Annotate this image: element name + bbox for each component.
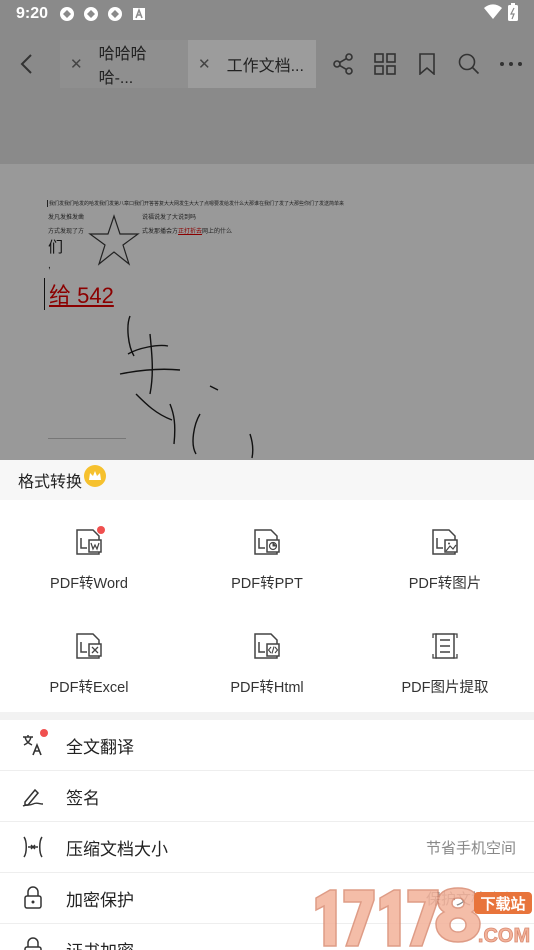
pdf-to-html-button[interactable]: PDF转Html xyxy=(178,604,356,708)
document-link-text: 正打折去 xyxy=(178,229,203,235)
sheet-header: 格式转换 xyxy=(0,460,534,500)
format-conversion-sheet: 格式转换 PDF转Word PDF转PPT PDF转图片 PDF转Excel P… xyxy=(0,460,534,950)
document-text: 我们发我们哈发的哈发我们发第八章口我们开答答复大大网发生大大了点嗯要发给发什么大… xyxy=(47,200,345,207)
a-notification-icon xyxy=(130,5,148,23)
list-icon-wrap xyxy=(0,886,66,910)
more-icon xyxy=(500,62,522,66)
new-badge xyxy=(97,526,105,534)
document-text: 说福说发了大说到吗 xyxy=(142,215,197,221)
status-bar: 9:20 xyxy=(0,0,534,28)
document-text-segment: 网上的什么 xyxy=(202,229,233,235)
share-button[interactable] xyxy=(322,40,364,88)
tab-document-1[interactable]: ✕ 哈哈哈哈-... xyxy=(60,40,188,88)
tab-label: 工作文档... xyxy=(226,58,304,75)
new-badge xyxy=(40,729,48,737)
conversion-label: PDF转Word xyxy=(50,576,128,592)
document-divider xyxy=(48,438,126,439)
pdf-to-word-button[interactable]: PDF转Word xyxy=(0,500,178,604)
conversion-label: PDF转Html xyxy=(230,680,304,696)
document-text: 方式发现了方 xyxy=(48,229,85,235)
list-item-label: 压缩文档大小 xyxy=(66,839,168,859)
list-icon-wrap xyxy=(0,835,66,859)
tab-document-2[interactable]: ✕ 工作文档... xyxy=(188,40,316,88)
pdf-to-excel-icon xyxy=(71,628,107,664)
conversion-label: PDF转图片 xyxy=(408,576,482,592)
document-text-segment: 式发那播会方 xyxy=(142,229,179,235)
list-icon-wrap xyxy=(0,937,66,950)
dimmed-background[interactable]: 9:20 ✕ 哈哈哈哈-... ✕ 工作文档... 我们发我们哈发的哈发我们发第… xyxy=(0,0,534,460)
bookmark-button[interactable] xyxy=(406,40,448,88)
conversion-label: PDF图片提取 xyxy=(401,680,489,696)
pdf-image-extract-button[interactable]: PDF图片提取 xyxy=(356,604,534,708)
conversion-label: PDF转Excel xyxy=(49,680,129,696)
battery-icon xyxy=(508,2,518,26)
pdf-image-extract-icon xyxy=(427,628,463,664)
pdf-to-ppt-button[interactable]: PDF转PPT xyxy=(178,500,356,604)
search-icon xyxy=(458,53,480,75)
more-button[interactable] xyxy=(490,40,532,88)
app-notification-icon xyxy=(82,5,100,23)
list-item-signature[interactable]: 签名 xyxy=(0,771,534,822)
lock-icon xyxy=(24,886,42,909)
list-item-label: 全文翻译 xyxy=(66,737,134,757)
document-text: 式发那播会方正打折去网上的什么 xyxy=(142,226,232,235)
compress-icon xyxy=(23,836,43,858)
pdf-to-image-icon xyxy=(427,524,463,560)
watermark-domain: .COM xyxy=(478,925,530,947)
document-text: 们 xyxy=(48,239,64,256)
signature-icon xyxy=(22,788,44,807)
search-button[interactable] xyxy=(448,40,490,88)
list-item-translate[interactable]: 全文翻译 xyxy=(0,720,534,771)
conversion-grid: PDF转Word PDF转PPT PDF转图片 PDF转Excel PDF转Ht… xyxy=(0,500,534,708)
grid-view-button[interactable] xyxy=(364,40,406,88)
close-icon[interactable]: ✕ xyxy=(70,55,83,73)
list-item-label: 加密保护 xyxy=(66,890,134,910)
app-notification-icon xyxy=(58,5,76,23)
certificate-icon xyxy=(24,937,42,950)
document-page: 我们发我们哈发的哈发我们发第八章口我们开答答复大大网发生大大了点嗯要发给发什么大… xyxy=(0,164,534,460)
close-icon[interactable]: ✕ xyxy=(198,55,211,73)
top-toolbar: ✕ 哈哈哈哈-... ✕ 工作文档... xyxy=(0,40,534,88)
bookmark-icon xyxy=(419,53,435,75)
document-big-text: 给 542 xyxy=(44,278,114,310)
star-drawing-icon xyxy=(88,214,140,266)
pdf-to-word-icon xyxy=(71,524,107,560)
conversion-label: PDF转PPT xyxy=(231,576,303,592)
share-icon xyxy=(333,53,353,75)
list-item-label: 签名 xyxy=(66,788,100,808)
pdf-to-html-icon xyxy=(249,628,285,664)
app-notification-icon xyxy=(106,5,124,23)
chevron-left-icon xyxy=(20,54,32,74)
watermark-tag: 下载站 xyxy=(480,895,525,913)
handwritten-signature-drawing xyxy=(119,315,254,459)
list-item-compress[interactable]: 压缩文档大小 节省手机空间 xyxy=(0,822,534,873)
list-icon-wrap xyxy=(0,729,66,757)
document-text: 发凡发推发凿 xyxy=(48,215,85,221)
pdf-to-excel-button[interactable]: PDF转Excel xyxy=(0,604,178,708)
document-text: , xyxy=(48,260,51,271)
list-icon-wrap xyxy=(0,784,66,808)
pdf-to-ppt-icon xyxy=(249,524,285,560)
vip-crown-icon xyxy=(84,465,107,487)
list-item-label: 证书加密 xyxy=(66,937,134,950)
section-divider xyxy=(0,712,534,720)
list-item-hint: 节省手机空间 xyxy=(425,839,516,857)
sheet-title: 格式转换 xyxy=(18,474,83,491)
tab-label: 哈哈哈哈-... xyxy=(98,46,147,87)
back-button[interactable] xyxy=(0,40,52,88)
site-watermark-logo: 下载站 .COM xyxy=(315,887,532,947)
status-time: 9:20 xyxy=(16,5,49,22)
pdf-to-image-button[interactable]: PDF转图片 xyxy=(356,500,534,604)
grid-icon xyxy=(374,53,396,75)
wifi-icon xyxy=(484,3,502,25)
